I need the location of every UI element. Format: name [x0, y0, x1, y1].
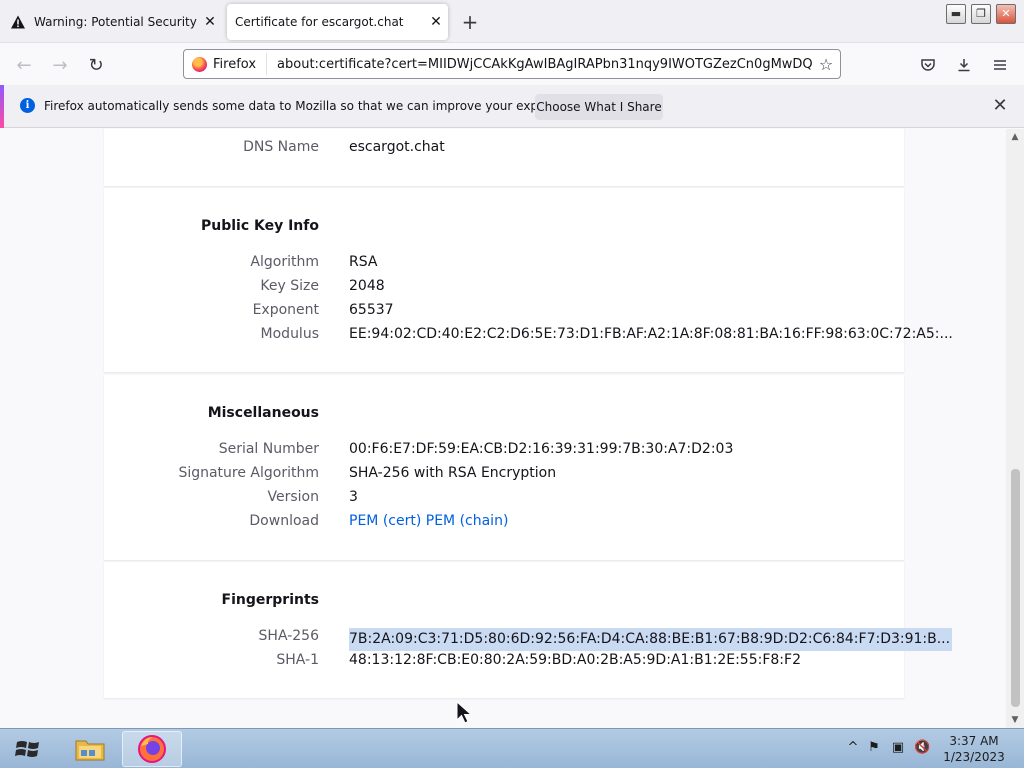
miscellaneous-section: Miscellaneous Serial Number 00:F6:E7:DF:…: [104, 375, 904, 560]
folder-icon: [75, 740, 105, 761]
minimize-button[interactable]: ▬: [946, 4, 966, 24]
public-key-info-section: Public Key Info Algorithm RSA Key Size 2…: [104, 188, 953, 372]
key-size-row: Key Size 2048: [104, 275, 904, 299]
bookmark-star-icon[interactable]: ☆: [812, 55, 840, 74]
clock-date: 1/23/2023: [943, 750, 1005, 764]
field-value[interactable]: 48:13:12:8F:CB:E0:80:2A:59:BD:A0:2B:A5:9…: [349, 652, 801, 668]
field-value: PEM (cert) PEM (chain): [349, 513, 508, 529]
sha256-row: SHA-256 7B:2A:09:C3:71:D5:80:6D:92:56:FA…: [104, 625, 953, 651]
warning-triangle-icon: [11, 15, 25, 29]
field-value[interactable]: EE:94:02:CD:40:E2:C2:D6:5E:73:D1:FB:AF:A…: [349, 326, 953, 342]
field-label: SHA-256: [258, 628, 319, 644]
notification-message: Firefox automatically sends some data to…: [44, 99, 587, 113]
field-label: Download: [249, 513, 319, 529]
field-label: Exponent: [252, 302, 319, 318]
field-value[interactable]: SHA-256 with RSA Encryption: [349, 465, 556, 481]
field-label: Algorithm: [250, 254, 319, 270]
field-label: Serial Number: [218, 441, 319, 457]
field-label: SHA-1: [276, 652, 319, 668]
mouse-cursor-icon: [456, 701, 473, 724]
section-title: Public Key Info: [200, 218, 319, 234]
field-label: Signature Algorithm: [178, 465, 319, 481]
modulus-row: Modulus EE:94:02:CD:40:E2:C2:D6:5E:73:D1…: [104, 323, 953, 347]
field-value[interactable]: 65537: [349, 302, 394, 318]
new-tab-button[interactable]: +: [458, 11, 482, 35]
sha256-value-selected[interactable]: 7B:2A:09:C3:71:D5:80:6D:92:56:FA:D4:CA:8…: [349, 628, 953, 651]
start-button[interactable]: [8, 733, 48, 765]
scroll-down-icon[interactable]: ▼: [1006, 712, 1024, 728]
field-label: Version: [267, 489, 319, 505]
download-row: Download PEM (cert) PEM (chain): [104, 510, 904, 534]
identity-label: Firefox: [213, 56, 257, 72]
back-button[interactable]: ←: [10, 51, 38, 79]
info-icon: i: [20, 98, 35, 113]
field-label: Key Size: [260, 278, 319, 294]
action-center-flag-icon[interactable]: ⚑: [866, 740, 882, 756]
identity-box[interactable]: Firefox: [184, 53, 268, 75]
field-value[interactable]: 3: [349, 489, 358, 505]
firefox-window: Warning: Potential Security Risk Ahead ✕…: [0, 0, 1024, 768]
data-collection-notification: i Firefox automatically sends some data …: [0, 85, 1024, 128]
field-value[interactable]: escargot.chat: [349, 139, 445, 155]
show-hidden-icons-button[interactable]: ^: [845, 740, 861, 756]
tab-close-icon[interactable]: ✕: [198, 10, 222, 34]
volume-muted-icon[interactable]: 🔇: [914, 740, 930, 756]
taskbar-firefox[interactable]: [122, 731, 182, 767]
network-icon[interactable]: ▣: [890, 740, 906, 756]
navigation-toolbar: ← → ↻ Firefox about:certificate?cert=MII…: [0, 43, 1024, 85]
vertical-scrollbar[interactable]: ▲ ▼: [1006, 129, 1024, 728]
choose-what-i-share-button[interactable]: Choose What I Share: [535, 94, 663, 120]
url-input[interactable]: about:certificate?cert=MIIDWjCCAkKgAwIBA…: [267, 57, 812, 72]
field-label: Modulus: [260, 326, 319, 342]
firefox-logo-icon: [192, 56, 207, 72]
notification-accent: [0, 85, 4, 128]
dns-name-row: DNS Name escargot.chat: [104, 136, 904, 160]
url-bar[interactable]: Firefox about:certificate?cert=MIIDWjCCA…: [183, 49, 841, 79]
windows-logo-icon: [15, 741, 39, 757]
algorithm-row: Algorithm RSA: [104, 251, 904, 275]
forward-button[interactable]: →: [46, 51, 74, 79]
fingerprints-section: Fingerprints SHA-256 7B:2A:09:C3:71:D5:8…: [104, 562, 953, 698]
subject-alt-names-section: DNS Name escargot.chat: [104, 129, 904, 186]
pem-chain-link[interactable]: PEM (chain): [426, 513, 509, 529]
hamburger-menu-icon[interactable]: [988, 53, 1012, 77]
certificate-viewer: DNS Name escargot.chat Public Key Info A…: [0, 129, 1006, 728]
tab-security-warning[interactable]: Warning: Potential Security Risk Ahead ✕: [4, 4, 222, 40]
field-value[interactable]: RSA: [349, 254, 377, 270]
pocket-icon[interactable]: [916, 53, 940, 77]
tab-strip: Warning: Potential Security Risk Ahead ✕…: [0, 0, 1024, 43]
serial-number-row: Serial Number 00:F6:E7:DF:59:EA:CB:D2:16…: [104, 438, 904, 462]
windows-taskbar: ^ ⚑ ▣ 🔇 3:37 AM 1/23/2023: [0, 728, 1024, 768]
tab-label: Certificate for escargot.chat: [235, 15, 404, 29]
taskbar-file-explorer[interactable]: [60, 731, 120, 767]
field-value[interactable]: 00:F6:E7:DF:59:EA:CB:D2:16:39:31:99:7B:3…: [349, 441, 733, 457]
section-title: Fingerprints: [221, 592, 319, 608]
tab-close-icon[interactable]: ✕: [424, 10, 448, 34]
scrollbar-thumb[interactable]: [1011, 469, 1020, 707]
tab-certificate[interactable]: Certificate for escargot.chat ✕: [227, 4, 448, 40]
firefox-logo-icon: [138, 735, 166, 763]
exponent-row: Exponent 65537: [104, 299, 904, 323]
restore-button[interactable]: ❐: [971, 4, 991, 24]
tab-label: Warning: Potential Security Risk Ahead: [34, 15, 198, 29]
download-icon[interactable]: [952, 53, 976, 77]
scroll-up-icon[interactable]: ▲: [1006, 129, 1024, 145]
reload-button[interactable]: ↻: [82, 51, 110, 79]
sha1-row: SHA-1 48:13:12:8F:CB:E0:80:2A:59:BD:A0:2…: [104, 649, 904, 673]
field-value[interactable]: 2048: [349, 278, 385, 294]
field-label: DNS Name: [243, 139, 319, 155]
clock-time: 3:37 AM: [949, 734, 999, 748]
version-row: Version 3: [104, 486, 904, 510]
section-title: Miscellaneous: [207, 405, 319, 421]
system-clock[interactable]: 3:37 AM 1/23/2023: [938, 733, 1010, 765]
close-window-button[interactable]: ✕: [996, 4, 1016, 24]
signature-algorithm-row: Signature Algorithm SHA-256 with RSA Enc…: [104, 462, 904, 486]
close-notification-icon[interactable]: ✕: [988, 95, 1012, 119]
pem-cert-link[interactable]: PEM (cert): [349, 513, 421, 529]
